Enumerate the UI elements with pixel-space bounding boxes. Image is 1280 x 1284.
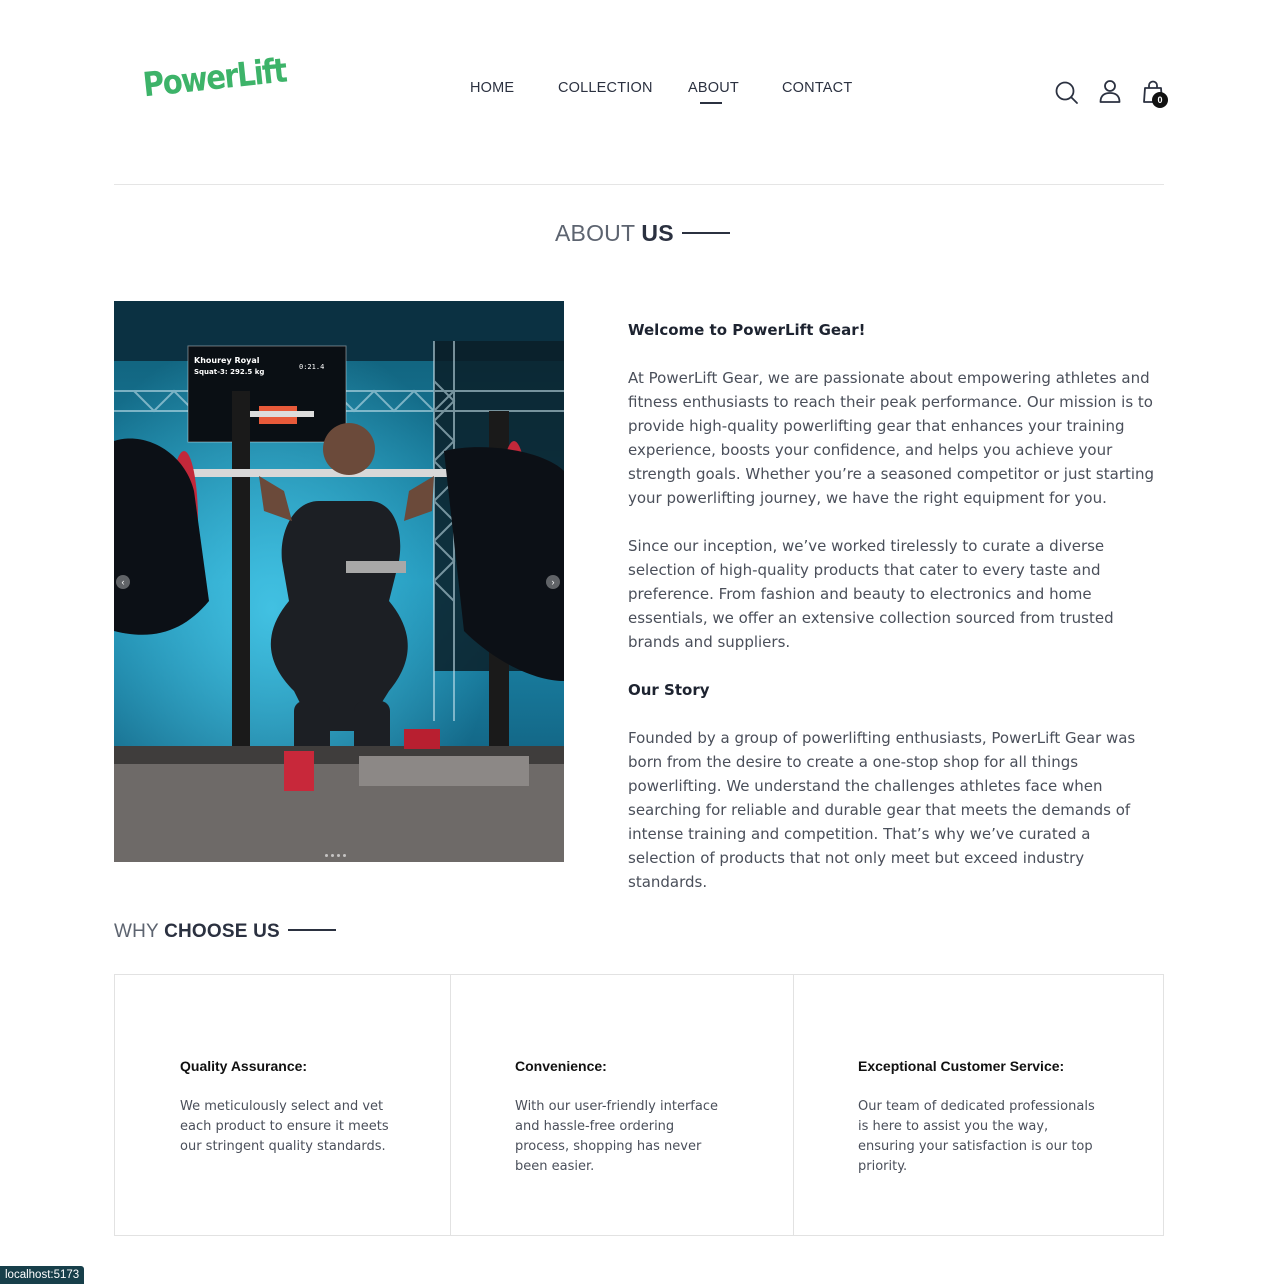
about-text: Welcome to PowerLift Gear! At PowerLift … <box>628 318 1158 918</box>
feature-card: Exceptional Customer Service: Our team o… <box>794 974 1164 1236</box>
about-paragraph: At PowerLift Gear, we are passionate abo… <box>628 369 1155 507</box>
carousel-dot[interactable] <box>325 854 328 857</box>
carousel-dot[interactable] <box>331 854 334 857</box>
feature-title: Quality Assurance: <box>180 1058 308 1074</box>
scoreboard-timer: 0:21.4 <box>299 363 324 371</box>
feature-text: Our team of dedicated professionals is h… <box>858 1099 1095 1174</box>
carousel-next-button[interactable]: › <box>546 575 560 589</box>
carousel-prev-button[interactable]: ‹ <box>116 575 130 589</box>
welcome-heading: Welcome to PowerLift Gear! <box>628 321 866 339</box>
about-title-light: ABOUT <box>555 220 635 246</box>
feature-card: Quality Assurance: We meticulously selec… <box>114 974 451 1236</box>
logo[interactable]: PowerLift <box>141 51 288 105</box>
site-header: PowerLift HOME COLLECTION ABOUT CONTACT … <box>0 0 1280 185</box>
feature-title: Exceptional Customer Service: <box>858 1058 1065 1074</box>
about-paragraph: Since our inception, we’ve worked tirele… <box>628 537 1114 651</box>
feature-title: Convenience: <box>515 1058 607 1074</box>
user-icon[interactable] <box>1097 78 1123 104</box>
story-paragraph: Founded by a group of powerlifting enthu… <box>628 729 1136 891</box>
title-rule <box>287 928 336 931</box>
why-title-light: WHY <box>114 921 159 942</box>
scoreboard-lift: Squat-3: 292.5 kg <box>194 368 264 376</box>
about-section-title: ABOUT US <box>555 220 730 247</box>
browser-status-url: localhost:5173 <box>0 1266 85 1284</box>
why-cards: Quality Assurance: We meticulously selec… <box>114 974 1164 1236</box>
why-title-bold: CHOOSE US <box>164 921 280 942</box>
carousel-dots <box>325 854 346 857</box>
scoreboard-name: Khourey Royal <box>194 356 260 365</box>
about-title-bold: US <box>641 220 674 246</box>
why-section-title: WHY CHOOSE US <box>114 921 336 943</box>
carousel-dot[interactable] <box>343 854 346 857</box>
title-rule <box>681 231 730 234</box>
feature-text: We meticulously select and vet each prod… <box>180 1099 389 1154</box>
nav-collection[interactable]: COLLECTION <box>558 80 653 96</box>
carousel-dot[interactable] <box>337 854 340 857</box>
nav-active-indicator <box>700 102 722 104</box>
story-heading: Our Story <box>628 681 710 699</box>
nav-about[interactable]: ABOUT <box>688 80 739 96</box>
header-divider <box>114 184 1164 185</box>
feature-card: Convenience: With our user-friendly inte… <box>451 974 794 1236</box>
search-icon[interactable] <box>1054 80 1080 106</box>
cart-count-badge: 0 <box>1152 92 1168 108</box>
powerlifter-photo: Khourey Royal Squat-3: 292.5 kg 0:21.4 <box>114 301 564 862</box>
about-image: Khourey Royal Squat-3: 292.5 kg 0:21.4 <box>114 301 564 862</box>
feature-text: With our user-friendly interface and has… <box>515 1099 718 1174</box>
nav-home[interactable]: HOME <box>470 80 514 96</box>
nav-contact[interactable]: CONTACT <box>782 80 852 96</box>
